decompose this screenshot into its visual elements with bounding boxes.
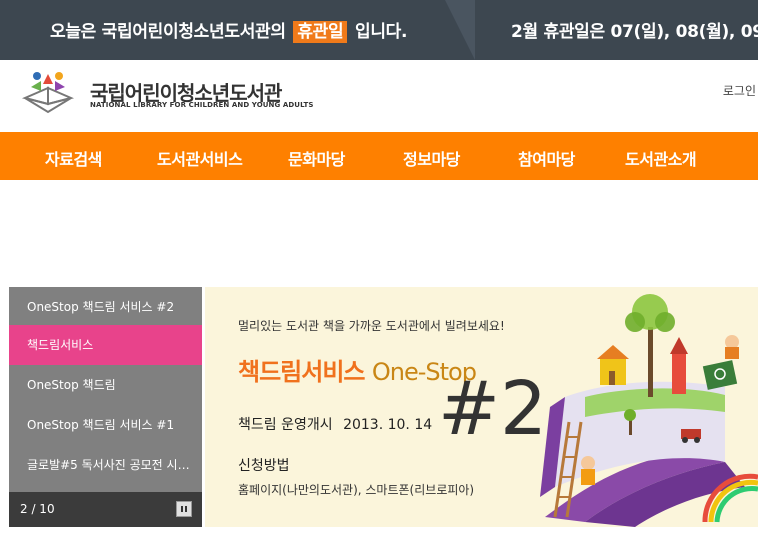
slide-list-item[interactable]: OneStop 책드림 서비스 #2 bbox=[9, 287, 202, 327]
notice-text-before: 오늘은 국립어린이청소년도서관의 bbox=[50, 22, 286, 42]
nav-item-culture[interactable]: 문화마당 bbox=[288, 146, 345, 170]
notice-bar: 오늘은 국립어린이청소년도서관의 휴관일 입니다. 2월 휴관일은 07(일),… bbox=[0, 0, 758, 60]
slide-page-indicator: 2 / 10 bbox=[20, 502, 55, 516]
banner-date-line: 책드림 운영개시 2013. 10. 14 bbox=[238, 414, 432, 434]
logo-english-name: NATIONAL LIBRARY FOR CHILDREN AND YOUNG … bbox=[90, 101, 314, 109]
nav-item-search[interactable]: 자료검색 bbox=[45, 146, 102, 170]
nav-item-participation[interactable]: 참여마당 bbox=[518, 146, 575, 170]
login-link[interactable]: 로그인 bbox=[723, 82, 756, 99]
banner-apply-label: 신청방법 bbox=[238, 458, 290, 474]
slide-list-item[interactable]: OneStop 책드림 서비스 #1 bbox=[9, 405, 202, 445]
notice-text-after: 입니다. bbox=[355, 22, 408, 42]
nav-item-information[interactable]: 정보마당 bbox=[403, 146, 460, 170]
pause-button[interactable] bbox=[176, 501, 192, 517]
banner-subtitle: 멀리있는 도서관 책을 가까운 도서관에서 빌려보세요! bbox=[238, 319, 505, 333]
notice-message: 오늘은 국립어린이청소년도서관의 휴관일 입니다. bbox=[50, 17, 408, 43]
banner-date-label: 책드림 운영개시 bbox=[238, 417, 333, 433]
banner-date-value: 2013. 10. 14 bbox=[343, 417, 433, 433]
banner-apply-detail: 홈페이지(나만의도서관), 스마트폰(리브로피아) bbox=[238, 483, 475, 497]
slide-list-item[interactable]: OneStop 책드림 bbox=[9, 365, 202, 405]
slide-list-item-active[interactable]: 책드림서비스 bbox=[9, 325, 202, 365]
slide-list: OneStop 책드림 서비스 #2 책드림서비스 OneStop 책드림 On… bbox=[9, 287, 202, 527]
nav-item-library-services[interactable]: 도서관서비스 bbox=[157, 146, 243, 170]
main-navigation: 자료검색 도서관서비스 문화마당 정보마당 참여마당 도서관소개 bbox=[0, 132, 758, 180]
banner-slide-number: #2 bbox=[438, 366, 548, 452]
pause-icon bbox=[181, 506, 183, 512]
notice-divider bbox=[445, 0, 475, 60]
promo-banner[interactable]: 멀리있는 도서관 책을 가까운 도서관에서 빌려보세요! 책드림서비스 One-… bbox=[205, 287, 758, 527]
library-logo-icon[interactable] bbox=[19, 68, 77, 116]
holiday-info[interactable]: 2월 휴관일은 07(일), 08(월), 09 bbox=[511, 17, 758, 42]
banner-title-korean: 책드림서비스 bbox=[238, 358, 365, 386]
nav-item-about[interactable]: 도서관소개 bbox=[625, 146, 697, 170]
closed-day-badge: 휴관일 bbox=[293, 21, 348, 43]
slide-pager: 2 / 10 bbox=[9, 492, 202, 527]
slide-list-item[interactable]: 글로발#5 독서사진 공모전 시상식 bbox=[9, 445, 202, 485]
